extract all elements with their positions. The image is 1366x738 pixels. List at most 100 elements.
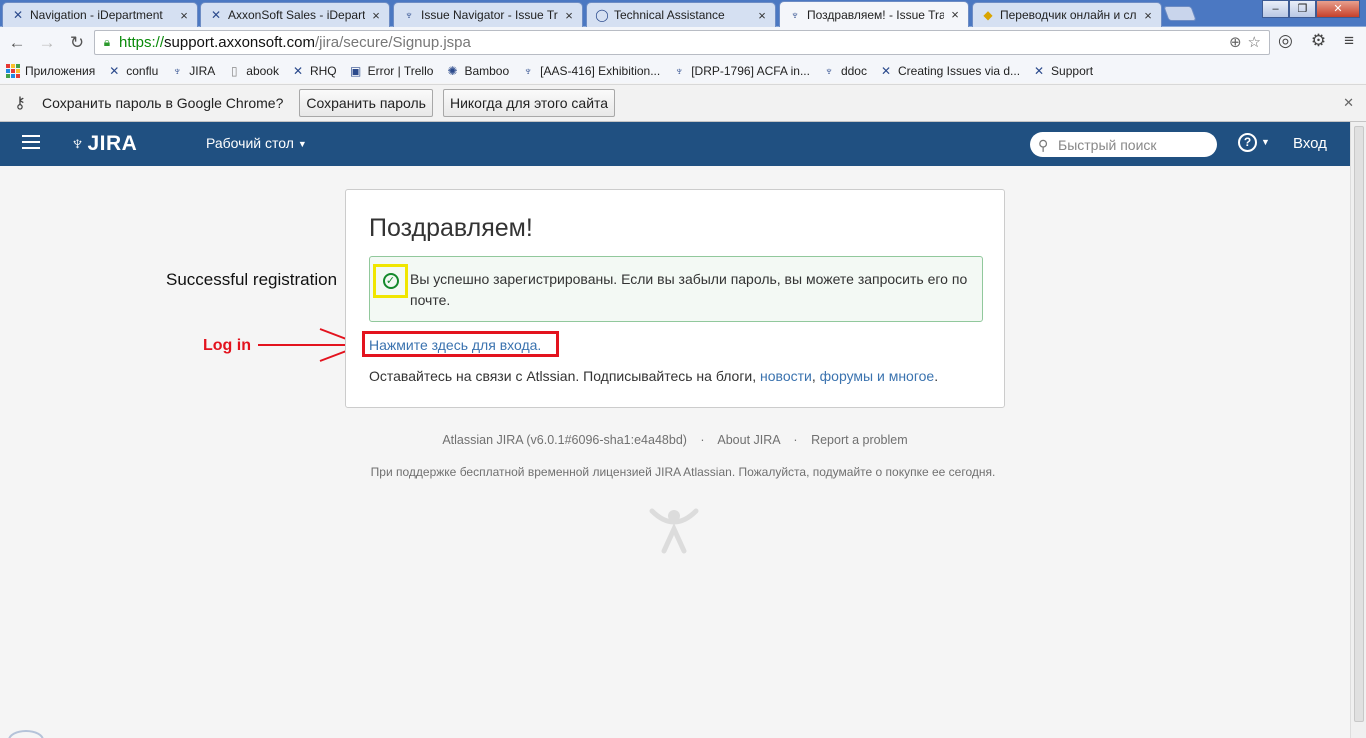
bookmark-abook[interactable]: ▯ abook — [227, 64, 279, 78]
footer-links: Atlassian JIRA (v6.0.1#6096-sha1:e4a48bd… — [0, 433, 1350, 447]
bookmark-label: Приложения — [25, 63, 96, 78]
save-password-button[interactable]: Сохранить пароль — [299, 89, 433, 117]
menu-icon[interactable]: ≡ — [1344, 31, 1354, 51]
quick-search: ⚲ — [1030, 132, 1217, 157]
tab-title: AxxonSoft Sales - iDepartm — [228, 8, 365, 22]
tab-technical-assistance[interactable]: ◯ Technical Assistance × — [586, 2, 776, 27]
settings-gear-icon[interactable]: ⚙ — [1311, 31, 1326, 51]
bookmark-drp-1796[interactable]: ♆ [DRP-1796] ACFA in... — [672, 64, 810, 78]
close-icon[interactable]: × — [562, 8, 576, 23]
address-bar[interactable]: 🔒︎ https://support.axxonsoft.com/jira/se… — [94, 30, 1270, 55]
bookmark-star-icon[interactable]: ☆ — [1248, 33, 1261, 51]
bookmark-label: Creating Issues via d... — [897, 63, 1021, 78]
bookmark-label: [DRP-1796] ACFA in... — [691, 63, 810, 78]
close-icon[interactable]: × — [177, 8, 191, 23]
quick-search-input[interactable] — [1058, 136, 1208, 153]
version-text: Atlassian JIRA (v6.0.1#6096-sha1:e4a48bd… — [442, 433, 687, 447]
signup-success-card: Поздравляем! ✓ Вы успешно зарегистрирова… — [345, 189, 1005, 408]
reload-icon[interactable]: ↻ — [64, 30, 90, 56]
bookmark-label: conflu — [126, 63, 159, 78]
tab-issue-navigator[interactable]: ♆ Issue Navigator - Issue Tra × — [393, 2, 583, 27]
extension-icon[interactable]: ◎ — [1278, 31, 1293, 51]
maximize-button[interactable]: ❐ — [1289, 0, 1316, 18]
apps-grid-icon — [6, 63, 20, 78]
bookmark-label: JIRA — [189, 63, 216, 78]
jira-logo[interactable]: ♆ JIRA — [70, 131, 137, 157]
save-password-infobar: ⚷ Сохранить пароль в Google Chrome? Сохр… — [0, 84, 1366, 122]
bookmark-label: RHQ — [309, 63, 337, 78]
bookmark-bamboo[interactable]: ✺ Bamboo — [445, 64, 509, 78]
forward-icon[interactable]: → — [34, 30, 60, 56]
window-controls: ‒ ❐ ✕ — [1262, 0, 1360, 18]
about-jira-link[interactable]: About JIRA — [717, 433, 780, 447]
zoom-icon[interactable]: ⊕ — [1229, 33, 1242, 51]
annotation-registration: Successful registration — [166, 270, 338, 289]
jira-x-icon: ✕ — [880, 63, 892, 78]
hamburger-menu-icon[interactable] — [22, 135, 40, 149]
bookmarks-bar: Приложения ✕ conflu ♆ JIRA ▯ abook ✕ RHQ ▣ Er… — [0, 58, 1366, 83]
forums-link[interactable]: форумы и многое — [820, 368, 935, 384]
highlight-box: ✓ — [373, 264, 408, 298]
stay-end: . — [934, 368, 939, 384]
header-login-link[interactable]: Вход — [1293, 135, 1327, 152]
jira-icon: ♆ — [404, 8, 414, 22]
bookmark-apps[interactable]: Приложения — [6, 63, 96, 78]
bookmark-label: [AAS-416] Exhibition... — [540, 63, 661, 78]
bookmark-label: Support — [1051, 63, 1094, 78]
browser-toolbar: ← → ↻ 🔒︎ https://support.axxonsoft.com/j… — [0, 27, 1366, 58]
check-circle-icon: ✓ — [382, 273, 399, 289]
close-icon[interactable]: × — [1141, 8, 1155, 23]
jira-icon: ♆ — [523, 63, 533, 78]
search-icon: ⚲ — [1038, 136, 1049, 153]
corner-widget-icon — [8, 730, 44, 738]
tab-congratulations[interactable]: ♆ Поздравляем! - Issue Trac × — [779, 1, 969, 27]
bookmark-trello[interactable]: ▣ Error | Trello — [349, 63, 433, 78]
atlassian-logo-icon[interactable] — [646, 503, 702, 555]
close-icon[interactable]: ✕ — [1343, 95, 1354, 111]
close-icon[interactable]: × — [755, 8, 769, 23]
bookmark-label: Bamboo — [464, 63, 510, 78]
bookmark-creating-issues[interactable]: ✕ Creating Issues via d... — [879, 64, 1020, 78]
never-save-button[interactable]: Никогда для этого сайта — [442, 89, 616, 117]
tab-title: Technical Assistance — [614, 8, 725, 22]
news-link[interactable]: новости — [760, 368, 812, 384]
dashboard-menu[interactable]: Рабочий стол ▼ — [206, 135, 307, 151]
trello-icon: ▣ — [349, 63, 362, 78]
close-icon[interactable]: × — [369, 8, 383, 23]
bookmark-rhq[interactable]: ✕ RHQ — [291, 64, 337, 78]
report-problem-link[interactable]: Report a problem — [811, 433, 908, 447]
lock-icon: 🔒︎ — [103, 34, 111, 49]
url-path: /jira/secure/Signup.jspa — [314, 34, 471, 51]
tab-title: Поздравляем! - Issue Trac — [807, 7, 944, 22]
page-scrollbar[interactable] — [1350, 122, 1366, 738]
annotation-login: Log in — [203, 337, 251, 354]
scrollbar-thumb[interactable] — [1354, 126, 1364, 722]
minimize-button[interactable]: ‒ — [1262, 0, 1289, 18]
help-menu[interactable]: ? ▼ — [1238, 133, 1270, 152]
stay-text: Оставайтесь на связи с Atlssian. Подписы… — [369, 368, 757, 384]
close-icon[interactable]: × — [948, 7, 962, 22]
window-close-button[interactable]: ✕ — [1316, 0, 1360, 18]
bookmark-jira[interactable]: ♆ JIRA — [170, 63, 216, 78]
tab-axxonsoft-sales[interactable]: ✕ AxxonSoft Sales - iDepartm × — [200, 2, 390, 27]
logo-text: JIRA — [87, 132, 138, 155]
jira-icon: ♆ — [824, 63, 834, 78]
tab-navigation[interactable]: ✕ Navigation - iDepartment × — [2, 2, 198, 27]
page-icon: ▯ — [230, 63, 238, 78]
support-circle-icon: ◯ — [595, 8, 609, 22]
tab-title: Issue Navigator - Issue Tra — [421, 8, 558, 22]
bookmark-conflu[interactable]: ✕ conflu — [107, 64, 158, 78]
tab-strip: ✕ Navigation - iDepartment × ✕ AxxonSoft… — [0, 0, 1366, 27]
bookmark-label: abook — [246, 63, 279, 78]
bookmark-ddoc[interactable]: ♆ ddoc — [822, 64, 867, 78]
key-icon: ⚷ — [14, 95, 26, 112]
bookmark-aas-416[interactable]: ♆ [AAS-416] Exhibition... — [521, 63, 661, 78]
bookmark-support[interactable]: ✕ Support — [1032, 64, 1093, 78]
confluence-icon: ✕ — [109, 63, 120, 78]
login-link[interactable]: Нажмите здесь для входа. — [369, 337, 541, 353]
jira-icon: ♆ — [674, 63, 684, 78]
new-tab-button[interactable] — [1163, 6, 1197, 21]
back-icon[interactable]: ← — [4, 30, 30, 56]
jira-icon: ♆ — [790, 7, 800, 22]
tab-translator[interactable]: ◆ Переводчик онлайн и сл × — [972, 2, 1162, 27]
